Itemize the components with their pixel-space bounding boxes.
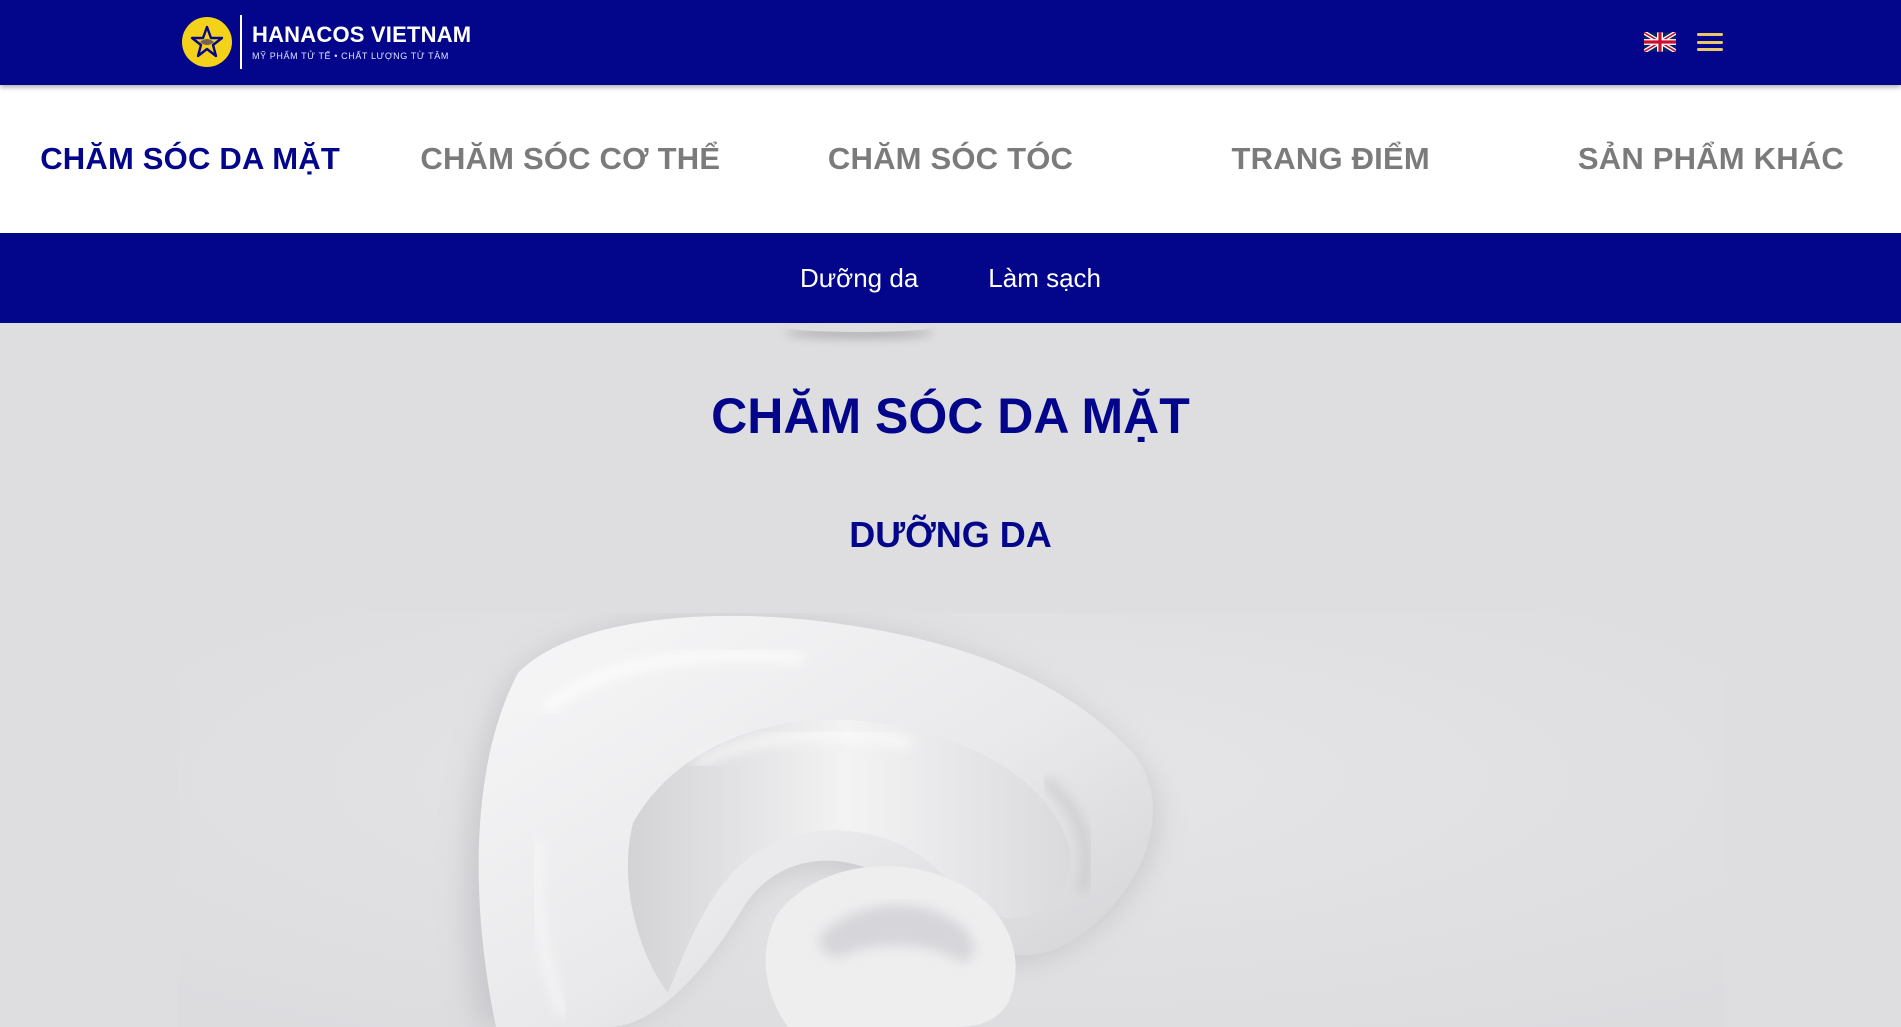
brand-tagline: MỸ PHẨM TỬ TẾ • CHẤT LƯỢNG TỪ TÂM	[252, 51, 449, 61]
cream-texture-image	[178, 613, 1724, 1027]
menu-bar	[1697, 33, 1723, 36]
category-body-care[interactable]: CHĂM SÓC CƠ THỂ	[380, 85, 760, 233]
subcategory-cleansing[interactable]: Làm sạch	[953, 263, 1136, 294]
section-title: DƯỠNG DA	[849, 514, 1052, 555]
brand-name: HANACOS VIETNAM	[252, 22, 472, 47]
menu-bar	[1697, 48, 1723, 51]
category-face-care[interactable]: CHĂM SÓC DA MẶT	[0, 85, 380, 233]
hamburger-menu-icon[interactable]	[1697, 30, 1723, 54]
menu-bar	[1697, 40, 1723, 44]
logo-divider	[240, 15, 242, 69]
category-nav: CHĂM SÓC DA MẶT CHĂM SÓC CƠ THỂ CHĂM SÓC…	[0, 85, 1901, 233]
top-header: HANACOS VIETNAM MỸ PHẨM TỬ TẾ • CHẤT LƯỢ…	[0, 0, 1901, 85]
category-makeup[interactable]: TRANG ĐIỂM	[1141, 85, 1521, 233]
category-hair-care[interactable]: CHĂM SÓC TÓC	[760, 85, 1140, 233]
subcategory-skincare[interactable]: Dưỡng da	[765, 263, 953, 294]
main-content: CHĂM SÓC DA MẶT DƯỠNG DA	[0, 323, 1901, 1027]
subcategory-nav: Dưỡng da Làm sạch	[0, 233, 1901, 323]
category-other-products[interactable]: SẢN PHẨM KHÁC	[1521, 85, 1901, 233]
page-title: CHĂM SÓC DA MẶT	[711, 388, 1190, 444]
uk-flag-icon[interactable]	[1642, 30, 1678, 54]
star-logo-icon	[182, 17, 232, 67]
brand-text: HANACOS VIETNAM MỸ PHẨM TỬ TẾ • CHẤT LƯỢ…	[252, 22, 472, 62]
brand-logo[interactable]: HANACOS VIETNAM MỸ PHẨM TỬ TẾ • CHẤT LƯỢ…	[182, 14, 471, 70]
